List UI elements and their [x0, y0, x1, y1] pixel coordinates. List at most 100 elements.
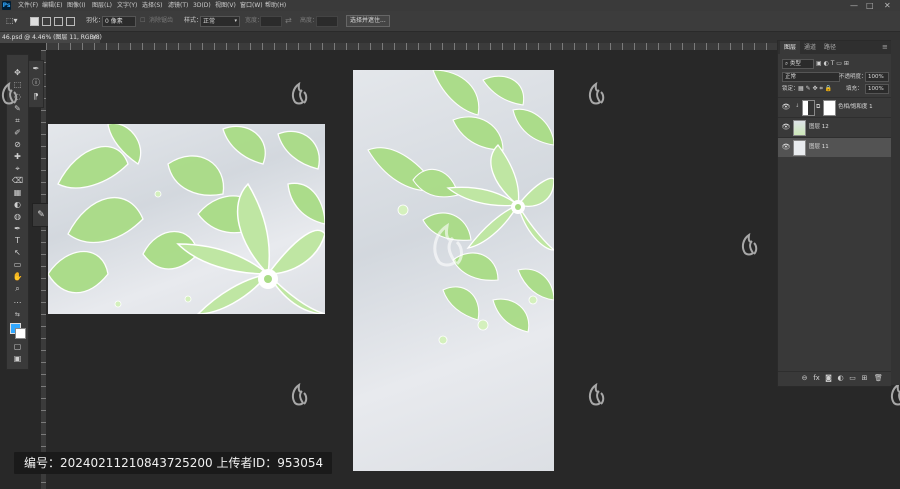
menu-view[interactable]: 视图(V)	[215, 0, 236, 11]
new-selection-icon[interactable]	[30, 17, 39, 26]
artboard-landscape[interactable]	[48, 124, 325, 314]
gradient-tool-icon[interactable]: ▦	[10, 187, 25, 198]
antialias-checkbox[interactable]: ☐	[140, 15, 145, 27]
style-value: 正常	[203, 18, 216, 25]
crop-tool-icon[interactable]: ⌗	[10, 115, 25, 126]
adjustment-icon[interactable]: ◐	[836, 374, 845, 383]
document-tab-bar	[0, 32, 900, 43]
background-color-swatch[interactable]	[15, 328, 26, 339]
menu-help[interactable]: 帮助(H)	[265, 0, 286, 11]
adjustment-thumbnail	[802, 100, 815, 116]
opacity-input[interactable]: 100%	[865, 72, 889, 82]
pen-tool-icon[interactable]: ✒	[10, 223, 25, 234]
feather-value: 0 像素	[105, 18, 123, 25]
select-and-mask-button[interactable]: 选择并遮住...	[346, 15, 390, 27]
dodge-tool-icon[interactable]: ◍	[10, 211, 25, 222]
eraser-tool-icon[interactable]: ⌫	[10, 175, 25, 186]
menu-bar: Ps 文件(F) 编辑(E) 图像(I) 图层(L) 文字(Y) 选择(S) 滤…	[0, 0, 900, 11]
menu-layer[interactable]: 图层(L)	[92, 0, 112, 11]
new-layer-icon[interactable]: ⊞	[860, 374, 869, 383]
vertical-ruler[interactable]	[41, 50, 46, 489]
style-select[interactable]: 正常 ▾	[200, 16, 240, 27]
layer-name: 图层 11	[809, 144, 829, 150]
layer-row-layer-11[interactable]: 👁 图层 11	[778, 137, 891, 157]
fill-value: 100%	[868, 86, 884, 92]
swap-dimensions-icon[interactable]: ⇄	[285, 15, 292, 27]
layer-thumbnail	[793, 120, 806, 136]
brush-tool-icon[interactable]: ✚	[10, 151, 25, 162]
watermark-logo-icon	[588, 383, 605, 406]
menu-3d[interactable]: 3D(D)	[193, 0, 211, 11]
shape-tool-icon[interactable]: ▭	[10, 259, 25, 270]
menu-window[interactable]: 窗口(W)	[240, 0, 263, 11]
layer-name: 图层 12	[809, 124, 829, 130]
menu-file[interactable]: 文件(F)	[18, 0, 38, 11]
layer-mask-thumbnail	[823, 100, 836, 116]
fill-input[interactable]: 100%	[865, 84, 889, 94]
panel-menu-icon[interactable]: ≡	[878, 41, 892, 54]
group-icon[interactable]: ▭	[848, 374, 857, 383]
screen-mode-icon[interactable]: ▣	[10, 353, 25, 364]
minimize-button[interactable]: —	[850, 0, 858, 11]
filter-kind-value: 类型	[789, 61, 801, 67]
layer-name: 色相/饱和度 1	[838, 104, 873, 110]
tab-channels[interactable]: 通道	[800, 41, 820, 54]
tab-paths[interactable]: 路径	[820, 41, 840, 54]
height-input[interactable]	[316, 16, 338, 27]
add-selection-icon[interactable]	[42, 17, 51, 26]
maximize-button[interactable]: □	[866, 0, 874, 11]
type-tool-icon[interactable]: T	[10, 235, 25, 246]
lock-icons[interactable]: ▦ ✎ ✥ ⌗ 🔒	[798, 85, 832, 93]
filter-icons[interactable]: ▣ ◐ T ▭ ⊞	[816, 60, 849, 68]
trash-icon[interactable]: 🗑	[874, 374, 883, 383]
eye-icon[interactable]: 👁	[781, 143, 791, 151]
zoom-tool-icon[interactable]: ⌕	[10, 283, 25, 294]
eyedropper-tool-icon[interactable]: ✐	[10, 127, 25, 138]
link-icon[interactable]: ⊖	[800, 374, 809, 383]
move-tool-icon[interactable]: ✥	[10, 67, 25, 78]
more-tools-icon[interactable]: ⋯	[10, 297, 25, 308]
close-tab-icon[interactable]: ×	[92, 32, 97, 43]
document-tab[interactable]: 46.psd @ 4.46% (图层 11, RGB/8) ×	[0, 32, 102, 43]
brush-preset-icon[interactable]: ✒	[30, 63, 42, 75]
lock-label: 锁定：	[782, 86, 799, 92]
eye-icon[interactable]: 👁	[781, 123, 791, 131]
feather-input[interactable]: 0 像素	[102, 16, 136, 27]
menu-filter[interactable]: 滤镜(T)	[168, 0, 188, 11]
menu-image[interactable]: 图像(I)	[67, 0, 85, 11]
eye-icon[interactable]: 👁	[781, 103, 791, 111]
blend-mode-select[interactable]: 正常	[782, 72, 840, 82]
secondary-tools-panel: ✒ ⓘ ⁋	[28, 60, 44, 108]
intersect-selection-icon[interactable]	[66, 17, 75, 26]
collapsed-panel-strip[interactable]	[891, 40, 900, 385]
paragraph-icon[interactable]: ⁋	[30, 91, 42, 103]
quick-mask-icon[interactable]: ▢	[10, 341, 25, 352]
subtract-selection-icon[interactable]	[54, 17, 63, 26]
tab-layers[interactable]: 图层	[780, 41, 801, 54]
opacity-value: 100%	[868, 74, 884, 80]
close-window-button[interactable]: ✕	[884, 0, 891, 11]
marquee-tool-icon[interactable]: ⬚▾	[6, 15, 18, 27]
photoshop-logo[interactable]: Ps	[2, 1, 11, 10]
document-tab-title: 46.psd @ 4.46% (图层 11, RGB/8)	[2, 34, 102, 41]
path-select-tool-icon[interactable]: ↖	[10, 247, 25, 258]
menu-select[interactable]: 选择(S)	[142, 0, 163, 11]
layer-row-hue-saturation[interactable]: 👁 ↓ ⧉ 色相/饱和度 1	[778, 97, 891, 117]
clone-stamp-icon[interactable]: ⌖	[10, 163, 25, 174]
info-icon[interactable]: ⓘ	[30, 77, 42, 89]
chevron-down-icon: ▾	[234, 18, 237, 24]
layer-filter-select[interactable]: ⌕ 类型	[782, 59, 814, 69]
artboard-portrait[interactable]	[353, 70, 554, 471]
menu-type[interactable]: 文字(Y)	[117, 0, 137, 11]
menu-edit[interactable]: 编辑(E)	[42, 0, 62, 11]
horizontal-ruler[interactable]	[46, 43, 900, 50]
mask-icon[interactable]: ◙	[824, 374, 833, 383]
swap-colors-icon[interactable]: ⇆	[10, 309, 25, 320]
watermark-logo-icon	[741, 233, 758, 256]
width-input[interactable]	[260, 16, 282, 27]
layer-row-layer-12[interactable]: 👁 图层 12	[778, 117, 891, 137]
fx-icon[interactable]: fx	[812, 374, 821, 383]
healing-brush-icon[interactable]: ⊘	[10, 139, 25, 150]
hand-tool-icon[interactable]: ✋	[10, 271, 25, 282]
blur-tool-icon[interactable]: ◐	[10, 199, 25, 210]
